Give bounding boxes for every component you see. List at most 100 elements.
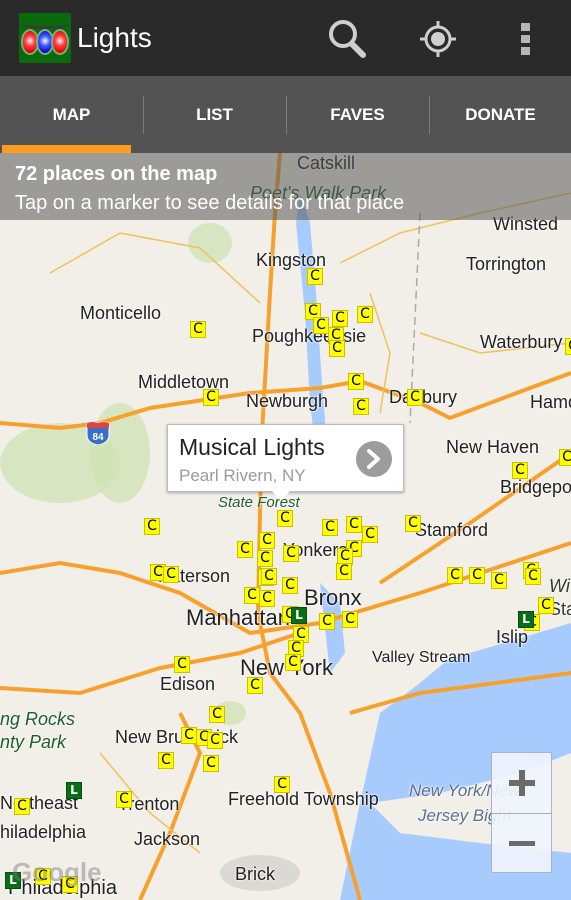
zoom-out-button[interactable]: [492, 813, 551, 873]
place-marker-c[interactable]: C: [259, 590, 275, 607]
place-marker-c[interactable]: C: [512, 462, 528, 479]
map-label: Waterbury: [480, 332, 563, 352]
map-view[interactable]: Catskill Poet's Walk Park Winsted Kingst…: [0, 153, 571, 900]
place-marker-c[interactable]: C: [158, 752, 174, 769]
marker-info-window[interactable]: Musical Lights Pearl Rivern, NY: [167, 424, 404, 501]
map-label: Brick: [235, 864, 275, 884]
place-marker-c[interactable]: C: [207, 732, 223, 749]
map-label: New Haven: [446, 437, 540, 457]
map-label: ng Rocks: [0, 709, 76, 729]
place-location: Pearl Rivern, NY: [179, 466, 306, 485]
interstate-number: 84: [92, 432, 104, 443]
place-marker-c[interactable]: C: [336, 563, 352, 580]
map-label: Bronx: [304, 585, 362, 610]
zoom-in-button[interactable]: [492, 753, 551, 813]
place-marker-c[interactable]: C: [144, 518, 160, 535]
zoom-controls: [491, 752, 552, 873]
map-label: hiladelphia: [0, 822, 87, 842]
place-marker-c[interactable]: C: [282, 577, 298, 594]
details-button[interactable]: [356, 441, 392, 477]
place-marker-l[interactable]: L: [291, 607, 307, 624]
tab-donate[interactable]: DONATE: [429, 76, 571, 153]
map-label: Newburgh: [246, 391, 329, 411]
place-marker-c[interactable]: C: [362, 526, 378, 543]
place-marker-c[interactable]: C: [469, 567, 485, 584]
search-button[interactable]: [320, 12, 374, 66]
place-marker-c[interactable]: C: [307, 268, 323, 285]
tab-faves[interactable]: FAVES: [286, 76, 429, 153]
chevron-right-icon: [367, 449, 380, 469]
place-marker-c[interactable]: C: [525, 568, 541, 585]
place-marker-c[interactable]: C: [203, 389, 219, 406]
place-marker-c[interactable]: C: [332, 310, 348, 327]
plus-icon: [508, 770, 535, 796]
place-marker-c[interactable]: C: [538, 597, 554, 614]
place-marker-c[interactable]: C: [257, 550, 273, 567]
place-marker-c[interactable]: C: [319, 613, 335, 630]
place-marker-c[interactable]: C: [283, 545, 299, 562]
selected-tab-indicator: [2, 145, 131, 153]
info-window-pointer: [272, 491, 290, 501]
place-marker-c[interactable]: C: [174, 656, 190, 673]
app-icon-lights[interactable]: [19, 13, 71, 63]
place-marker-c[interactable]: C: [247, 677, 263, 694]
tab-bar: MAP LIST FAVES DONATE: [0, 76, 571, 153]
place-title: Musical Lights: [179, 434, 325, 460]
map-label: Torrington: [466, 254, 547, 274]
place-marker-c[interactable]: C: [447, 567, 463, 584]
place-marker-c[interactable]: C: [353, 398, 369, 415]
place-marker-c[interactable]: C: [405, 515, 421, 532]
place-marker-c[interactable]: C: [322, 519, 338, 536]
tab-map[interactable]: MAP: [0, 76, 143, 153]
map-label: Manhattan: [186, 605, 290, 630]
place-marker-c[interactable]: C: [274, 776, 290, 793]
place-marker-c[interactable]: C: [190, 321, 206, 338]
place-marker-c[interactable]: C: [14, 798, 30, 815]
places-count: 72 places on the map: [15, 163, 218, 185]
place-marker-c[interactable]: C: [565, 338, 571, 355]
map-label: Monticello: [80, 303, 162, 323]
minus-icon: [508, 840, 535, 846]
map-label: Poughkeepsie: [252, 326, 367, 346]
map-label: Bridgeport: [500, 477, 571, 497]
place-marker-c[interactable]: C: [559, 449, 571, 466]
place-marker-c[interactable]: C: [407, 389, 423, 406]
tap-hint: Tap on a marker to see details for that …: [15, 192, 405, 214]
place-marker-c[interactable]: C: [357, 306, 373, 323]
place-marker-l[interactable]: L: [518, 611, 534, 628]
map-label: Valley Stream: [372, 649, 471, 666]
place-marker-c[interactable]: C: [277, 510, 293, 527]
place-marker-c[interactable]: C: [181, 727, 197, 744]
google-logo: Google: [12, 857, 102, 887]
map-label: Jackson: [134, 829, 201, 849]
place-marker-c[interactable]: C: [237, 541, 253, 558]
tab-list[interactable]: LIST: [143, 76, 286, 153]
place-marker-c[interactable]: C: [329, 340, 345, 357]
overflow-menu-button[interactable]: [499, 12, 553, 66]
my-location-button[interactable]: [411, 12, 465, 66]
interstate-84-shield-icon: 84: [86, 421, 110, 445]
place-marker-c[interactable]: C: [342, 611, 358, 628]
place-marker-c[interactable]: C: [163, 566, 179, 583]
map-label: Wi: [549, 576, 570, 596]
place-marker-c[interactable]: C: [348, 373, 364, 390]
place-marker-c[interactable]: C: [209, 706, 225, 723]
place-marker-c[interactable]: C: [346, 516, 362, 533]
place-marker-c[interactable]: C: [244, 587, 260, 604]
place-marker-l[interactable]: L: [66, 782, 82, 799]
place-marker-c[interactable]: C: [313, 317, 329, 334]
map-label: Freehold Township: [228, 789, 379, 809]
map-label: Danbury: [389, 387, 458, 407]
my-location-icon: [420, 21, 456, 57]
place-marker-c[interactable]: C: [285, 654, 301, 671]
map-label: nty Park: [0, 732, 67, 752]
overflow-menu-icon: [521, 23, 530, 55]
place-marker-c[interactable]: C: [261, 568, 277, 585]
map-label: Edison: [160, 674, 216, 694]
app-title: Lights: [77, 22, 152, 53]
place-marker-c[interactable]: C: [259, 532, 275, 549]
place-marker-c[interactable]: C: [491, 572, 507, 589]
place-marker-c[interactable]: C: [116, 791, 132, 808]
place-marker-c[interactable]: C: [203, 755, 219, 772]
map-label: Hamden: [530, 392, 571, 412]
